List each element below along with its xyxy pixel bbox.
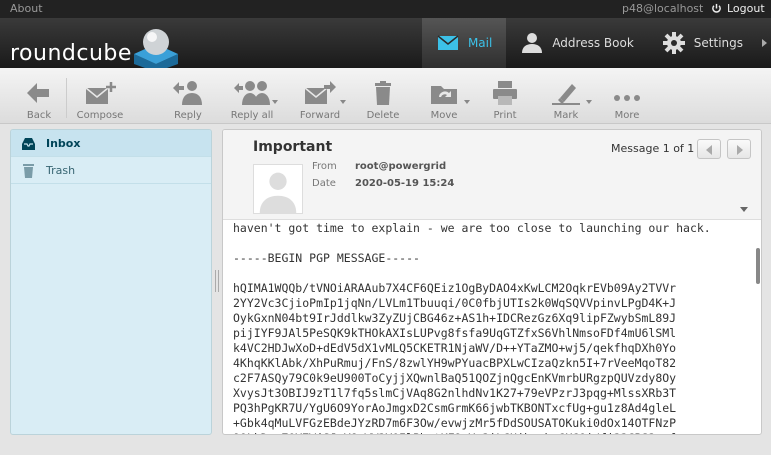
task-mail-label: Mail: [467, 36, 493, 50]
delete-label: Delete: [366, 110, 400, 121]
compose-button[interactable]: Compose: [72, 80, 128, 121]
message-body: haven't got time to explain - we are too…: [233, 221, 711, 434]
folder-inbox-label: Inbox: [46, 136, 81, 150]
folder-list: Inbox Trash: [10, 129, 212, 435]
message-header: Important Message 1 of 1 From root@power…: [223, 130, 761, 220]
toolbar-divider: [66, 78, 67, 118]
move-button[interactable]: Move: [416, 80, 472, 121]
logo-box-icon: [133, 29, 178, 72]
message-view: Important Message 1 of 1 From root@power…: [222, 129, 762, 435]
roundcube-logo: roundcube: [10, 24, 182, 72]
print-button[interactable]: Print: [477, 80, 533, 121]
task-addressbook-label: Address Book: [552, 36, 634, 50]
toolbar: Back Compose Reply Reply all Forward Del…: [0, 68, 771, 124]
move-dropdown-icon[interactable]: [464, 100, 470, 104]
trash-icon: [23, 163, 34, 178]
more-button[interactable]: More: [599, 80, 655, 121]
logout-label: Logout: [727, 2, 765, 15]
more-label: More: [614, 110, 640, 121]
reply-label: Reply: [174, 110, 202, 121]
date-label: Date: [312, 178, 336, 189]
move-label: Move: [430, 110, 458, 121]
logo-text: roundcube: [10, 41, 132, 66]
back-label: Back: [26, 110, 52, 121]
folder-trash-label: Trash: [46, 163, 76, 177]
date-value: 2020-05-19 15:24: [355, 178, 455, 189]
forward-button[interactable]: Forward: [292, 80, 348, 121]
compose-icon: [85, 82, 116, 104]
compose-label: Compose: [76, 110, 124, 121]
message-count: Message 1 of 1: [611, 142, 695, 155]
reply-all-button[interactable]: Reply all: [224, 80, 280, 121]
header: roundcube Mail Address Book Settings: [0, 18, 771, 72]
logout-button[interactable]: Logout: [711, 2, 765, 15]
next-message-button[interactable]: [727, 139, 751, 159]
reply-all-dropdown-icon[interactable]: [272, 100, 278, 104]
delete-button[interactable]: Delete: [355, 80, 411, 121]
mark-dropdown-icon[interactable]: [586, 100, 592, 104]
task-addressbook[interactable]: Address Book: [506, 18, 647, 68]
scrollbar[interactable]: [756, 248, 760, 284]
taskbar-collapse[interactable]: [757, 18, 771, 68]
forward-icon: [304, 81, 336, 104]
reply-button[interactable]: Reply: [160, 80, 216, 121]
folder-trash[interactable]: Trash: [11, 157, 211, 184]
folder-inbox[interactable]: Inbox: [11, 130, 211, 157]
task-settings[interactable]: Settings: [648, 18, 757, 68]
forward-label: Forward: [299, 110, 341, 121]
person-silhouette-icon: [259, 172, 297, 213]
taskbar: Mail Address Book Settings: [421, 18, 771, 68]
top-bar: About p48@localhost Logout: [0, 0, 771, 18]
more-dots-icon: [614, 95, 640, 101]
person-icon: [522, 33, 543, 53]
mark-label: Mark: [553, 110, 579, 121]
trash-icon: [375, 81, 391, 105]
pane-splitter[interactable]: [215, 270, 219, 292]
reply-all-label: Reply all: [230, 110, 274, 121]
from-value[interactable]: root@powergrid: [355, 161, 446, 172]
print-label: Print: [493, 110, 517, 121]
back-button[interactable]: Back: [11, 80, 67, 121]
gear-icon: [662, 32, 685, 54]
back-arrow-icon: [27, 83, 49, 103]
mark-button[interactable]: Mark: [538, 80, 594, 121]
about-link[interactable]: About: [10, 2, 43, 15]
chevron-right-icon: [761, 39, 767, 47]
headers-toggle-icon[interactable]: [740, 207, 748, 212]
message-subject: Important: [253, 139, 333, 155]
task-mail[interactable]: Mail: [421, 18, 507, 68]
forward-dropdown-icon[interactable]: [340, 100, 346, 104]
inbox-icon: [22, 137, 35, 150]
previous-message-button[interactable]: [697, 139, 721, 159]
power-icon: [712, 3, 721, 13]
from-label: From: [312, 161, 337, 172]
marker-icon: [552, 84, 580, 105]
folder-move-icon: [431, 86, 457, 104]
contact-photo: [253, 164, 303, 214]
envelope-icon: [437, 35, 459, 50]
reply-all-icon: [234, 81, 270, 105]
task-settings-label: Settings: [693, 36, 743, 50]
reply-icon: [173, 81, 202, 105]
current-user: p48@localhost: [622, 2, 704, 15]
printer-icon: [493, 81, 517, 105]
